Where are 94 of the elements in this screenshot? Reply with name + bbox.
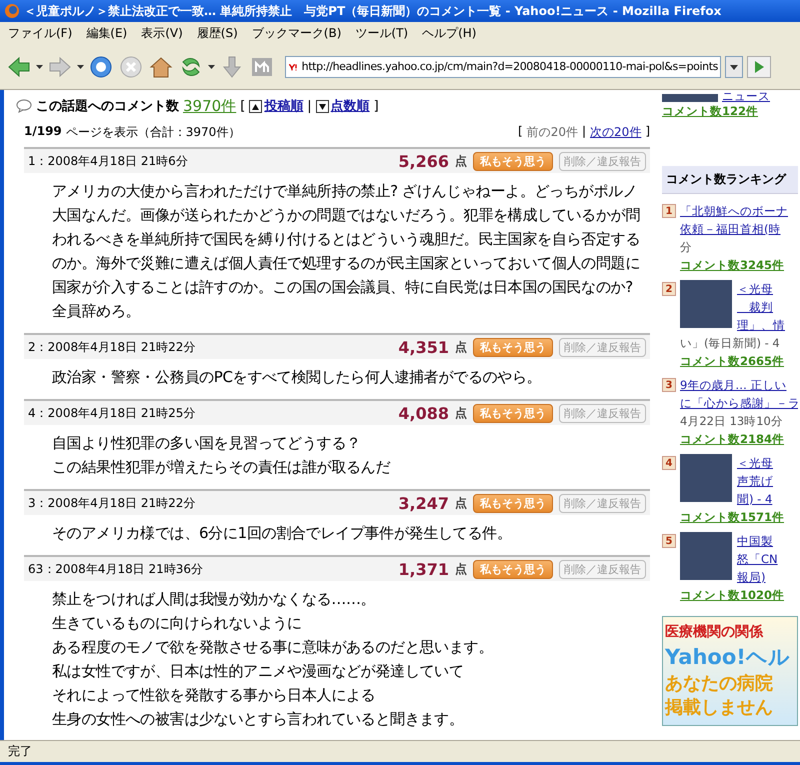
- rank-badge: 1: [662, 204, 676, 218]
- ad-banner[interactable]: 医療機関の関係 Yahoo!ヘル あなたの病院 掲載しません: [662, 616, 798, 726]
- ad-text: あなたの病院: [665, 673, 774, 695]
- comment-text: 禁止をつければ人間は我慢が効かなくなる……。: [52, 589, 376, 610]
- comment-date: 2：2008年4月18日 21時22分: [28, 338, 196, 356]
- browser-globe-icon: [4, 3, 20, 19]
- comment-points: 4,088: [398, 404, 449, 422]
- window-title: ＜児童ポルノ＞禁止法改正で一致… 単純所持禁止 与党PT（毎日新聞）のコメント一覧 - Yahoo!ニュース - Mozilla Firefox: [24, 2, 722, 20]
- ad-text: 医療機関の関係: [665, 623, 764, 641]
- comment-text: 生身の女性への被害は少ないとすら言われていると聞きます。: [52, 709, 465, 730]
- news-link[interactable]: 9年の歳月… 正しい: [680, 376, 798, 394]
- caret-icon[interactable]: [36, 64, 43, 68]
- news-link[interactable]: ＜光母: [737, 280, 785, 298]
- bracket: [: [240, 98, 246, 114]
- news-link[interactable]: 「北朝鮮へのボーナ: [680, 202, 788, 220]
- comment-date: 1：2008年4月18日 21時6分: [28, 152, 189, 170]
- menu-item[interactable]: ブックマーク(B): [252, 24, 342, 42]
- comment-text: アメリカの大使から言われただけで単純所持の禁止? ざけんじゃねーよ。どっちがポルノ大国なんだ。画像が送られたかどうかの問題ではないだろう。犯罪を構成しているかが問われるべきを単純所持で国民を縛り付けるとはどういう魂胆だ。民主国家を自ら否定するのか。海外で災難に遭えば個人責任で処理するのが民主国家といっておいて個人の問題に国家が介入することは許すのか。この国の国会議員、特に自民党は日本国の国民なのか? 全員辞めろ。: [52, 181, 642, 322]
- comment-count-link[interactable]: コメント数1571件: [680, 508, 784, 526]
- news-link[interactable]: 報局): [737, 568, 778, 586]
- news-link[interactable]: 怒「CN: [737, 550, 778, 568]
- menu-item[interactable]: 履歴(S): [196, 24, 238, 42]
- comment-count-link[interactable]: コメント数2184件: [680, 430, 798, 448]
- photo-placeholder: [680, 280, 732, 328]
- page-number: 1/199: [24, 124, 62, 140]
- separator: |: [307, 98, 312, 114]
- rank-badge: 3: [662, 378, 676, 392]
- caret-icon[interactable]: [208, 64, 215, 68]
- news-link[interactable]: 中国製: [737, 532, 778, 550]
- comment-text: 政治家・警察・公務員のPCをすべて検閲したら何人逮捕者がでるのやら。: [52, 367, 542, 388]
- comment-points: 3,247: [398, 494, 449, 512]
- sort-link[interactable]: 投稿順: [249, 97, 304, 115]
- reload-button[interactable]: [88, 54, 114, 80]
- dropdown-button[interactable]: [725, 56, 743, 78]
- separator: |: [582, 124, 586, 140]
- menu-item[interactable]: 表示(V): [141, 24, 183, 42]
- rank-badge: 2: [662, 282, 676, 296]
- comment-points: 5,266: [398, 152, 449, 170]
- status-text: 完了: [0, 740, 800, 765]
- news-link[interactable]: 聞) - 4: [737, 490, 773, 508]
- news-link[interactable]: 裁判: [737, 298, 785, 316]
- comment-text: それによって性欲を発散する事から日本人による: [52, 685, 376, 706]
- sort-link[interactable]: 点数順: [316, 97, 370, 115]
- bracket: ]: [374, 98, 379, 114]
- points-unit: 点: [455, 404, 467, 422]
- points-unit: 点: [455, 494, 467, 512]
- comment-text: ある程度のモノで欲を発散させる事に意味があるのだと思います。: [52, 637, 494, 658]
- next-page-link[interactable]: 次の20件: [590, 124, 642, 141]
- menu-item[interactable]: ツール(T): [355, 24, 408, 42]
- news-meta: 分: [680, 239, 693, 256]
- comment-count-link[interactable]: コメント数122件: [662, 102, 798, 120]
- photo-placeholder: [662, 94, 718, 102]
- comment-date: 4：2008年4月18日 21時25分: [28, 404, 196, 422]
- ranking-heading: コメント数ランキング: [662, 166, 798, 194]
- news-link[interactable]: ニュース: [722, 90, 770, 102]
- comment-count-link[interactable]: コメント数1020件: [680, 586, 784, 604]
- points-unit: 点: [455, 338, 467, 356]
- address-field[interactable]: http://headlines.yahoo.co.jp/cm/main?d=20080418-00000110-mai-pol&s=points: [285, 56, 721, 78]
- news-link[interactable]: ＜光母: [737, 454, 773, 472]
- rank-badge: 5: [662, 534, 676, 548]
- comment-text: この結果性犯罪が増えたらその責任は誰が取るんだ: [52, 457, 392, 478]
- photo-placeholder: [680, 532, 732, 580]
- page-info: ページを表示（合計：3970件）: [66, 124, 240, 141]
- news-link[interactable]: 声荒げ: [737, 472, 773, 490]
- bracket: ]: [645, 124, 650, 140]
- news-link[interactable]: に「心から感謝」－ラ: [680, 394, 798, 412]
- comment-date: 63：2008年4月18日 21時36分: [28, 560, 204, 578]
- points-unit: 点: [455, 152, 467, 170]
- speech-bubble-icon: [16, 99, 32, 113]
- comment-date: 3：2008年4月18日 21時22分: [28, 494, 196, 512]
- comment-points: 1,371: [398, 560, 449, 578]
- comment-count-link[interactable]: 3970件: [183, 96, 236, 116]
- menu-item[interactable]: ヘルプ(H): [422, 24, 476, 42]
- comment-text: そのアメリカ様では、6分に1回の割合でレイプ事件が発生してる件。: [52, 523, 512, 544]
- ad-text: Yahoo!ヘル: [665, 644, 791, 671]
- comment-count-label: この話題へのコメント数: [36, 98, 179, 115]
- comment-text: 生きているものに向けられないように: [52, 613, 303, 634]
- caret-icon[interactable]: [77, 64, 84, 68]
- bracket: [: [518, 124, 523, 140]
- ad-text: 掲載しません: [665, 697, 774, 719]
- news-meta: 4月22日 13時10分: [680, 413, 784, 430]
- photo-placeholder: [680, 454, 732, 502]
- news-link[interactable]: 理」、情: [737, 316, 785, 334]
- points-unit: 点: [455, 560, 467, 578]
- news-meta: い」(毎日新聞) - 4: [680, 335, 781, 352]
- comment-count-link[interactable]: コメント数2665件: [680, 352, 785, 370]
- rank-badge: 4: [662, 456, 676, 470]
- menu-item[interactable]: ファイル(F): [8, 24, 72, 42]
- menu-item[interactable]: 編集(E): [86, 24, 128, 42]
- comment-count-link[interactable]: コメント数3245件: [680, 256, 788, 274]
- comment-points: 4,351: [398, 338, 449, 356]
- comment-text: 自国より性犯罪の多い国を見習ってどうする？: [52, 433, 362, 454]
- news-link[interactable]: 依頼－福田首相(時: [680, 220, 788, 238]
- comment-text: 私は女性ですが、日本は性的アニメや漫画などが発達していて: [52, 661, 465, 682]
